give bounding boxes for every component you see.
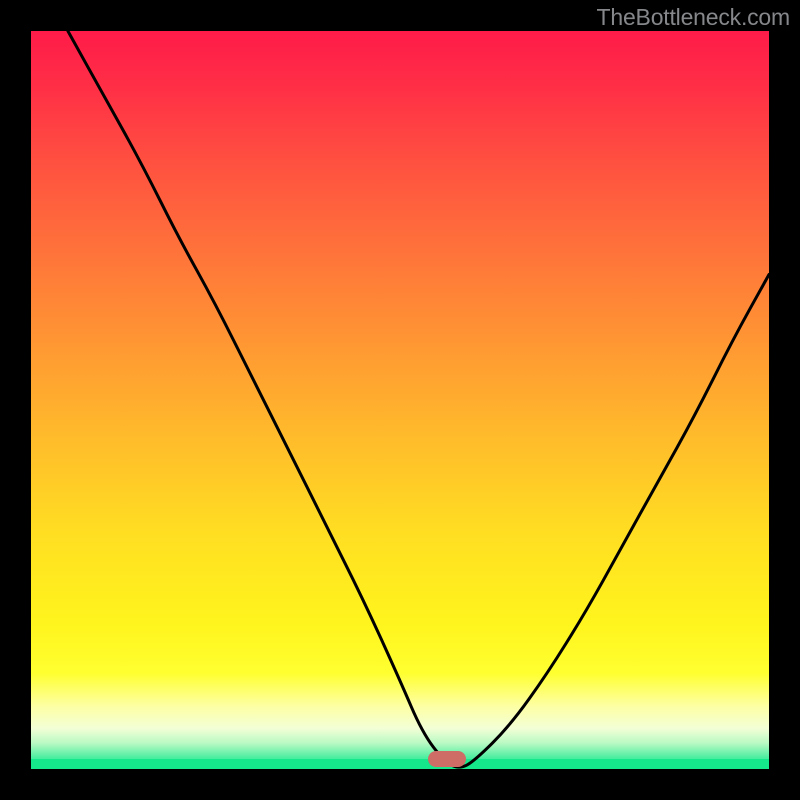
optimum-marker xyxy=(428,751,466,767)
watermark-text: TheBottleneck.com xyxy=(597,4,790,31)
chart-frame: TheBottleneck.com xyxy=(0,0,800,800)
bottleneck-curve xyxy=(31,31,769,769)
plot-area xyxy=(31,31,769,769)
